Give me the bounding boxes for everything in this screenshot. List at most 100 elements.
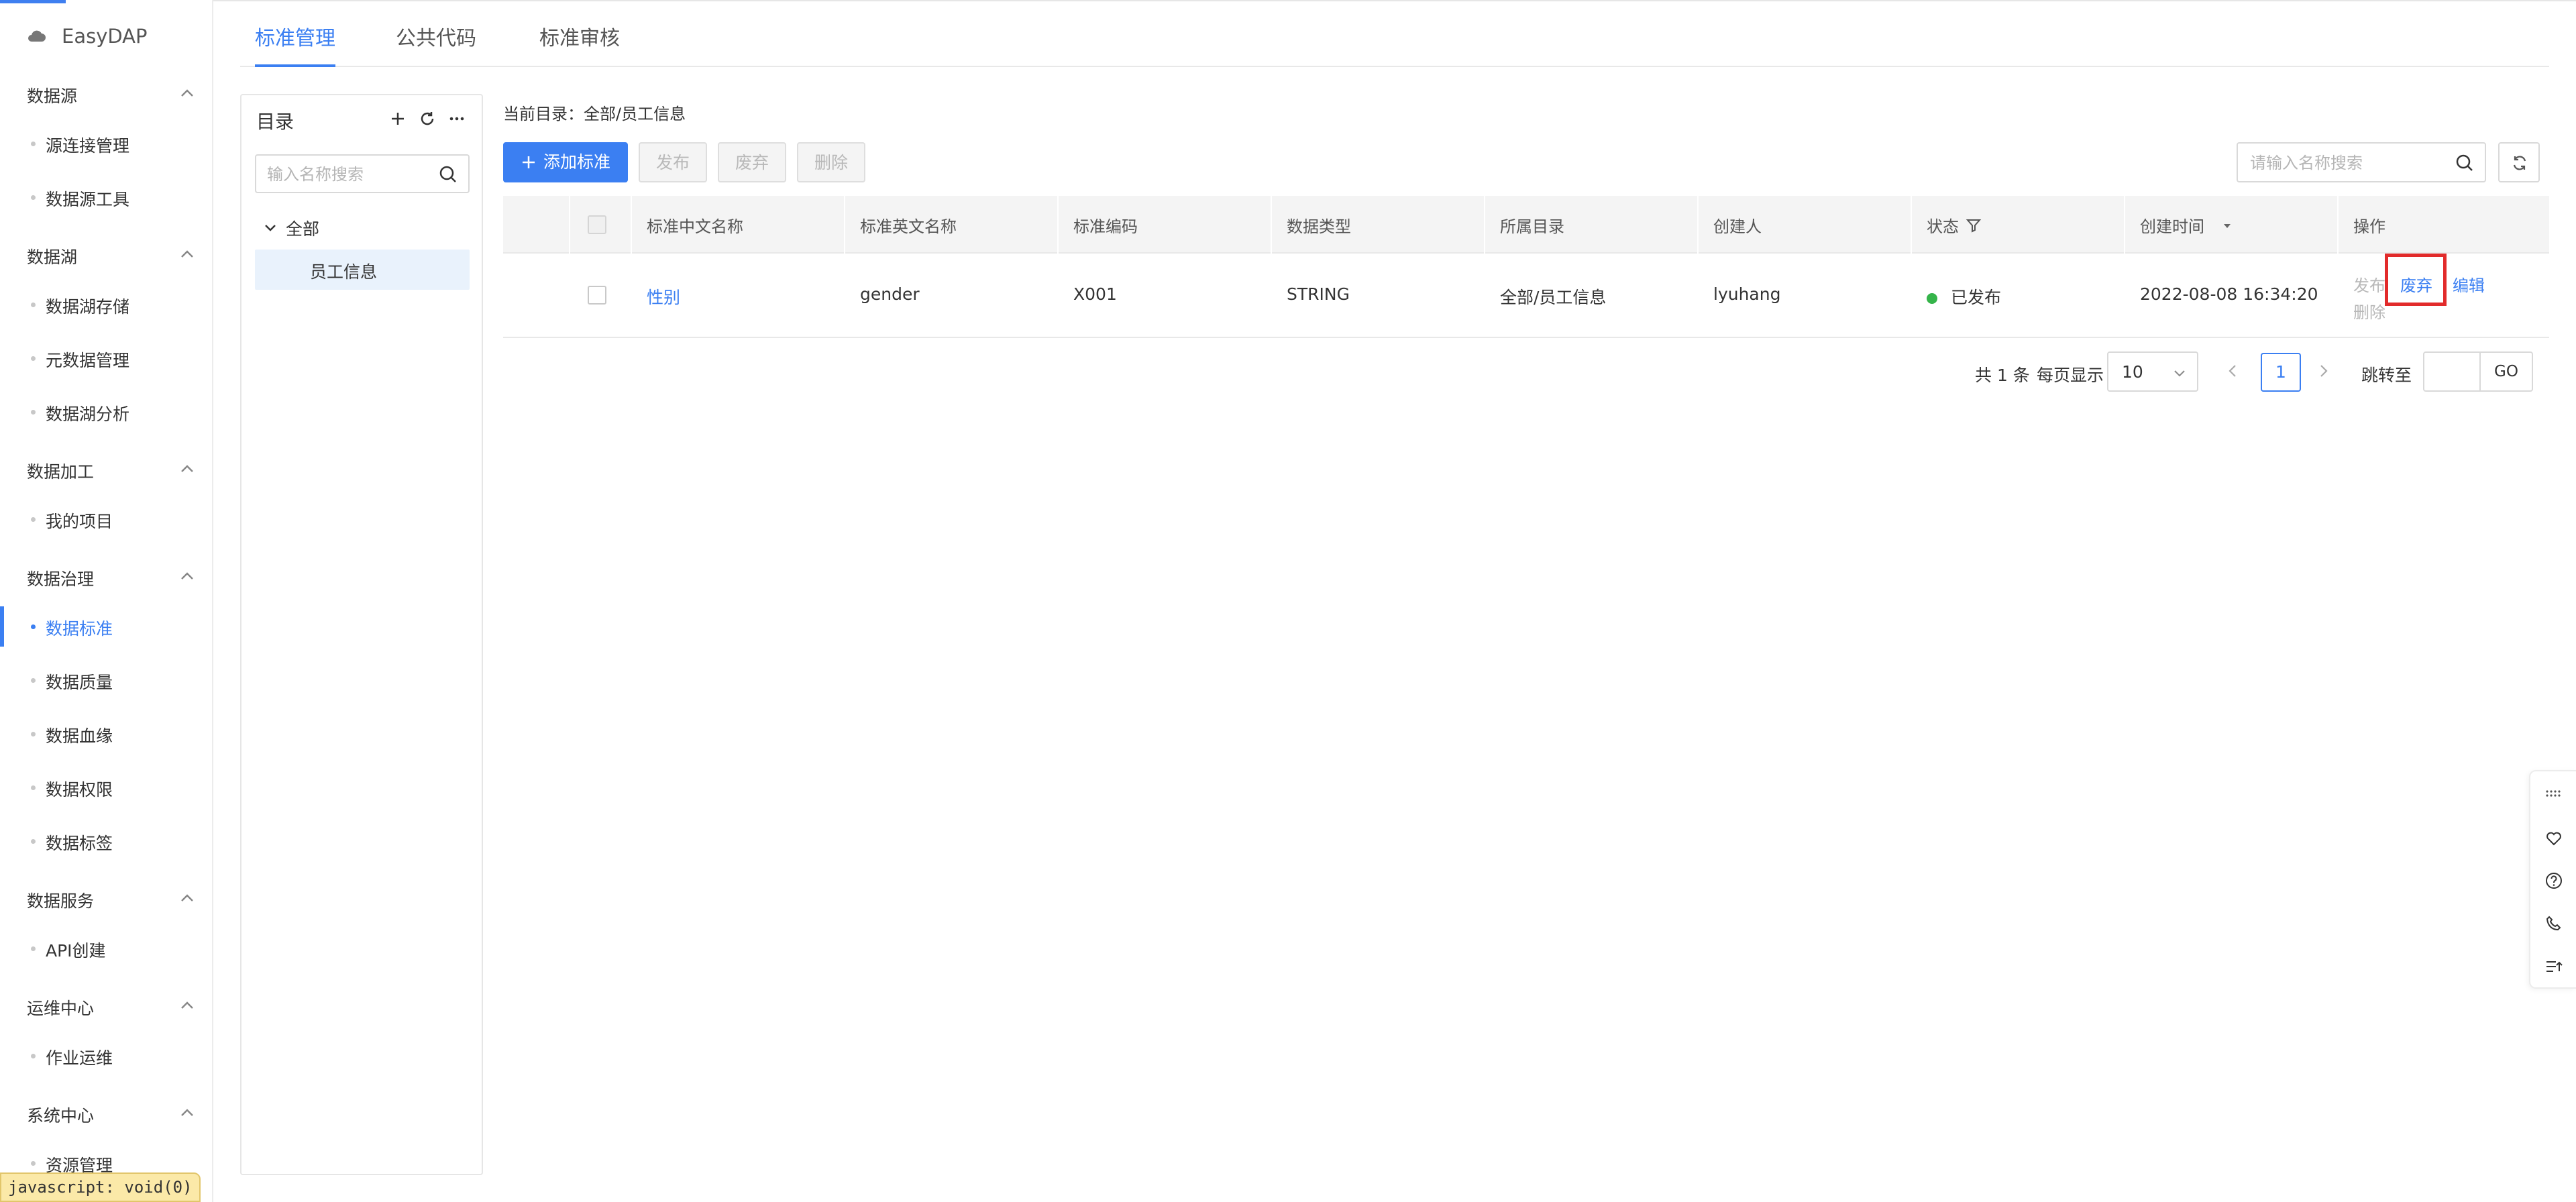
- column-header: 标准编码: [1073, 217, 1138, 236]
- filter-icon[interactable]: [1966, 217, 1982, 233]
- column-header: 数据类型: [1287, 217, 1351, 236]
- created-time-column-header[interactable]: 创建时间: [2140, 213, 2234, 237]
- chevron-up-icon[interactable]: [177, 83, 197, 103]
- table-refresh-button[interactable]: [2498, 142, 2540, 182]
- pagination-per-page-label: 每页显示: [2037, 366, 2104, 385]
- row-edit-action[interactable]: 编辑: [2453, 272, 2485, 296]
- abandon-button[interactable]: 废弃: [718, 142, 787, 182]
- chevron-up-icon[interactable]: [177, 459, 197, 479]
- publish-button[interactable]: 发布: [639, 142, 708, 182]
- bullet-icon: [31, 839, 36, 844]
- page-size-select[interactable]: 10: [2107, 351, 2198, 392]
- search-icon[interactable]: [2454, 152, 2475, 174]
- current-directory-breadcrumb: 当前目录：全部/员工信息: [503, 105, 686, 123]
- refresh-icon[interactable]: [417, 109, 437, 129]
- tree-node-root-label: 全部: [286, 219, 320, 239]
- sidebar-item[interactable]: 源连接管理: [0, 123, 212, 164]
- sidebar-item-label: API创建: [46, 941, 106, 961]
- sidebar-group[interactable]: 运维中心: [0, 987, 212, 1028]
- sidebar-item[interactable]: 数据源工具: [0, 177, 212, 217]
- table-row: 性别 gender X001 STRING 全部/员工信息 lyuhang 已发…: [503, 254, 2549, 338]
- chevron-up-icon[interactable]: [177, 1103, 197, 1123]
- sidebar-group[interactable]: 数据源: [0, 75, 212, 115]
- standard-search-input[interactable]: [2250, 152, 2445, 174]
- sidebar-item[interactable]: 数据质量: [0, 660, 212, 700]
- sidebar-item-label: 数据血缘: [46, 726, 113, 746]
- column-header: 标准中文名称: [647, 217, 743, 236]
- jump-page-input[interactable]: [2423, 351, 2481, 392]
- sidebar-item[interactable]: 数据血缘: [0, 714, 212, 754]
- chevron-up-icon[interactable]: [177, 995, 197, 1016]
- row-publish-action[interactable]: 发布: [2353, 272, 2385, 296]
- sidebar-group[interactable]: 数据治理: [0, 558, 212, 598]
- sidebar-group[interactable]: 数据服务: [0, 880, 212, 920]
- standard-name-link[interactable]: 性别: [647, 284, 680, 309]
- chevron-up-icon[interactable]: [177, 244, 197, 264]
- drag-handle-icon[interactable]: [2544, 783, 2564, 804]
- app-brand[interactable]: EasyDAP: [25, 20, 148, 52]
- chevron-down-icon[interactable]: [263, 221, 278, 235]
- chevron-up-icon[interactable]: [177, 566, 197, 586]
- sidebar-item-label: 数据湖存储: [46, 297, 130, 317]
- column-header: 创建人: [1713, 217, 1762, 236]
- directory-actions: [388, 109, 467, 129]
- column-header: 操作: [2353, 217, 2385, 236]
- next-page-icon[interactable]: [2314, 362, 2332, 380]
- add-standard-label: 添加标准: [543, 152, 611, 172]
- sidebar-item[interactable]: 数据标签: [0, 821, 212, 861]
- add-icon[interactable]: [388, 109, 408, 129]
- cell-data-type: STRING: [1287, 284, 1350, 304]
- active-indicator: [0, 606, 4, 647]
- sidebar-item[interactable]: 作业运维: [0, 1036, 212, 1076]
- list-sort-icon[interactable]: [2544, 957, 2564, 977]
- standard-search[interactable]: [2237, 142, 2486, 182]
- sidebar-item-label: 我的项目: [46, 512, 113, 531]
- phone-icon[interactable]: [2544, 914, 2564, 934]
- sidebar-item[interactable]: 数据权限: [0, 767, 212, 808]
- highlight-annotation-box: [2385, 254, 2447, 306]
- table-header: 标准中文名称 标准英文名称 标准编码 数据类型 所属目录 创建人 状态 创建时间…: [503, 196, 2549, 254]
- select-all-checkbox[interactable]: [588, 215, 606, 234]
- tab-standard-review[interactable]: 标准审核: [539, 21, 620, 67]
- prev-page-icon[interactable]: [2224, 362, 2242, 380]
- tab-public-code[interactable]: 公共代码: [396, 21, 476, 67]
- sidebar-item[interactable]: 元数据管理: [0, 338, 212, 378]
- sidebar-item[interactable]: 数据标准: [0, 606, 212, 647]
- sidebar-item[interactable]: 数据湖存储: [0, 284, 212, 325]
- row-delete-action[interactable]: 删除: [2353, 299, 2385, 323]
- sidebar-item[interactable]: 我的项目: [0, 499, 212, 539]
- go-button[interactable]: GO: [2479, 351, 2533, 392]
- directory-search[interactable]: [255, 154, 470, 193]
- bullet-icon: [31, 517, 36, 522]
- bullet-icon: [31, 732, 36, 736]
- tree-node-employee-info[interactable]: 员工信息: [255, 250, 470, 290]
- heart-icon[interactable]: [2544, 828, 2564, 848]
- help-icon[interactable]: [2544, 871, 2564, 891]
- add-standard-button[interactable]: 添加标准: [503, 142, 629, 182]
- directory-search-input[interactable]: [267, 164, 428, 185]
- bullet-icon: [31, 624, 36, 629]
- tab-standard-management[interactable]: 标准管理: [255, 21, 335, 67]
- cell-created-at: 2022-08-08 16:34:20: [2140, 284, 2318, 304]
- page-number-current[interactable]: 1: [2261, 353, 2301, 392]
- column-header: 标准英文名称: [860, 217, 957, 236]
- sidebar-item[interactable]: 数据湖分析: [0, 392, 212, 432]
- sidebar-item[interactable]: API创建: [0, 928, 212, 969]
- more-icon[interactable]: [447, 109, 467, 129]
- sidebar-group[interactable]: 数据湖: [0, 236, 212, 276]
- tree-node-root[interactable]: 全部: [263, 216, 319, 240]
- sort-caret-icon[interactable]: [2220, 219, 2234, 232]
- cloud-logo-icon: [28, 30, 46, 42]
- search-icon[interactable]: [437, 164, 459, 185]
- directory-panel: 目录 全部 员工信息: [240, 94, 483, 1175]
- status-dot-icon: [1927, 293, 1937, 304]
- row-checkbox[interactable]: [588, 286, 606, 305]
- refresh-icon: [2513, 156, 2526, 170]
- sidebar-group-label: 数据治理: [27, 569, 95, 589]
- delete-button[interactable]: 删除: [797, 142, 866, 182]
- sidebar-group-label: 数据服务: [27, 891, 95, 911]
- sidebar-group[interactable]: 系统中心: [0, 1095, 212, 1135]
- chevron-up-icon[interactable]: [177, 888, 197, 908]
- floating-toolbar: [2529, 770, 2576, 989]
- sidebar-group[interactable]: 数据加工: [0, 451, 212, 491]
